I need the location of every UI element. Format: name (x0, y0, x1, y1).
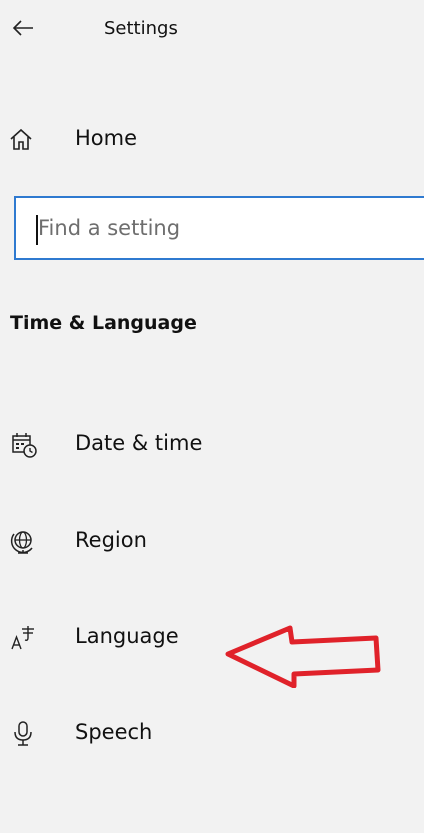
nav-item-language[interactable]: Language (0, 608, 424, 668)
home-nav-item[interactable]: Home (0, 112, 424, 172)
back-arrow-icon (12, 19, 34, 37)
back-button[interactable] (0, 0, 46, 56)
nav-item-speech[interactable]: Speech (0, 704, 424, 764)
language-icon (10, 624, 38, 652)
home-label: Home (75, 126, 138, 150)
home-icon (8, 126, 34, 152)
text-cursor (36, 215, 38, 245)
section-heading: Time & Language (10, 312, 197, 334)
nav-item-label: Speech (75, 720, 153, 744)
globe-icon (10, 528, 38, 556)
calendar-clock-icon (10, 431, 38, 459)
title-bar: Settings (0, 0, 424, 60)
search-box[interactable] (14, 196, 424, 260)
window-title: Settings (104, 18, 178, 39)
nav-item-label: Region (75, 528, 147, 552)
search-input[interactable] (16, 198, 424, 258)
nav-item-label: Date & time (75, 431, 203, 455)
nav-item-date-time[interactable]: Date & time (0, 415, 424, 475)
nav-item-region[interactable]: Region (0, 512, 424, 572)
nav-item-label: Language (75, 624, 179, 648)
microphone-icon (10, 720, 38, 748)
